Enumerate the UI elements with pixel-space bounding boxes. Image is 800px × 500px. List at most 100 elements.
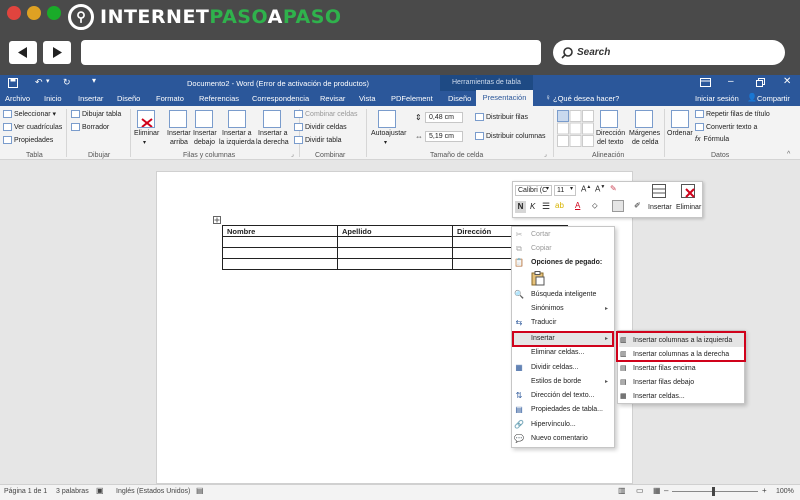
- highlight-icon[interactable]: ab: [555, 201, 564, 210]
- borrador-button[interactable]: Borrador: [71, 123, 109, 131]
- direccion-texto-label-2[interactable]: del texto: [597, 139, 623, 146]
- tab-formato[interactable]: Formato: [156, 94, 184, 103]
- insertar-debajo-label-2[interactable]: debajo: [194, 139, 215, 146]
- mini-insertar-button[interactable]: Insertar: [648, 204, 672, 211]
- menu-propiedades-tabla[interactable]: Propiedades de tabla...: [531, 406, 603, 413]
- eliminar-dropdown-icon[interactable]: ▾: [143, 139, 146, 146]
- insertar-arriba-label-1[interactable]: Insertar: [167, 130, 191, 137]
- url-bar[interactable]: [81, 40, 541, 65]
- group-launcher-icon[interactable]: ⌟: [544, 151, 547, 158]
- row-height-input[interactable]: 0,48 cm: [425, 112, 463, 123]
- shading-icon[interactable]: ⬦: [592, 201, 598, 211]
- column-width-input[interactable]: 5,19 cm: [425, 131, 463, 142]
- ordenar-button[interactable]: Ordenar: [667, 130, 693, 137]
- tab-vista[interactable]: Vista: [359, 94, 376, 103]
- language-indicator[interactable]: Inglés (Estados Unidos): [116, 488, 190, 495]
- menu-nuevo-comentario[interactable]: Nuevo comentario: [531, 435, 588, 442]
- propiedades-button[interactable]: Propiedades: [3, 136, 53, 144]
- maximize-window-button[interactable]: [47, 6, 61, 20]
- seleccionar-button[interactable]: Seleccionar ▾: [3, 110, 56, 119]
- insert-below-icon[interactable]: [195, 110, 213, 128]
- menu-busqueda-inteligente[interactable]: Búsqueda inteligente: [531, 291, 596, 298]
- dibujar-tabla-button[interactable]: Dibujar tabla: [71, 110, 121, 118]
- insertar-derecha-label-1[interactable]: Insertar a: [258, 130, 288, 137]
- table-move-handle-icon[interactable]: [213, 216, 221, 224]
- sort-icon[interactable]: [671, 110, 689, 128]
- submenu-insertar-filas-encima[interactable]: Insertar filas encima: [633, 365, 696, 372]
- back-button[interactable]: [9, 41, 37, 64]
- font-color-icon[interactable]: A: [575, 201, 580, 210]
- delete-table-icon[interactable]: [137, 110, 155, 128]
- menu-estilos-borde[interactable]: Estilos de borde: [531, 378, 581, 385]
- insertar-derecha-label-2[interactable]: la derecha: [256, 139, 289, 146]
- undo-icon[interactable]: ↶: [35, 77, 43, 88]
- autoajustar-dropdown-icon[interactable]: ▾: [384, 139, 387, 146]
- word-count[interactable]: 3 palabras: [56, 488, 89, 495]
- table-cell[interactable]: [337, 236, 453, 248]
- undo-dropdown-icon[interactable]: ▾: [46, 77, 50, 85]
- tell-me-input[interactable]: ¿Qué desea hacer?: [553, 94, 619, 103]
- submenu-insertar-columnas-derecha[interactable]: Insertar columnas a la derecha: [633, 351, 729, 358]
- tab-pdfelement[interactable]: PDFelement: [391, 94, 433, 103]
- tab-inicio[interactable]: Inicio: [44, 94, 62, 103]
- browser-search-input[interactable]: Search: [553, 40, 785, 65]
- minimize-window-button[interactable]: [27, 6, 41, 20]
- styles-icon[interactable]: ✐: [634, 201, 641, 210]
- bold-icon[interactable]: N: [515, 201, 526, 213]
- insertar-debajo-label-1[interactable]: Insertar: [193, 130, 217, 137]
- zoom-slider-thumb[interactable]: [712, 487, 715, 496]
- delete-icon[interactable]: [681, 184, 695, 198]
- menu-insertar[interactable]: Insertar: [531, 335, 555, 342]
- alignment-grid-icon[interactable]: [557, 110, 595, 148]
- size-dropdown-icon[interactable]: ▾: [570, 185, 573, 192]
- submenu-insertar-filas-debajo[interactable]: Insertar filas debajo: [633, 379, 694, 386]
- dividir-celdas-button[interactable]: Dividir celdas: [294, 123, 347, 131]
- convertir-texto-button[interactable]: Convertir texto a: [695, 123, 757, 131]
- signin-link[interactable]: Iniciar sesión: [695, 94, 739, 103]
- insert-table-icon[interactable]: [652, 184, 666, 198]
- table-cell[interactable]: [222, 247, 338, 259]
- insertar-izquierda-label-2[interactable]: la izquierda: [219, 139, 255, 146]
- menu-cortar[interactable]: Cortar: [531, 231, 550, 238]
- zoom-in-icon[interactable]: +: [762, 486, 767, 495]
- insertar-arriba-label-2[interactable]: arriba: [170, 139, 188, 146]
- shrink-font-icon[interactable]: A▼: [595, 184, 605, 194]
- macro-icon[interactable]: ▤: [196, 486, 204, 495]
- margenes-label-1[interactable]: Márgenes: [629, 130, 660, 137]
- eliminar-button[interactable]: Eliminar: [134, 130, 159, 137]
- zoom-out-icon[interactable]: –: [664, 486, 668, 495]
- table-cell[interactable]: [222, 236, 338, 248]
- formula-button[interactable]: fx Fórmula: [695, 136, 729, 143]
- menu-direccion-texto[interactable]: Dirección del texto...: [531, 392, 594, 399]
- mini-eliminar-button[interactable]: Eliminar: [676, 204, 701, 211]
- table-cell[interactable]: [337, 258, 453, 270]
- proofing-icon[interactable]: ▣: [96, 486, 104, 495]
- distribuir-filas-button[interactable]: Distribuir filas: [475, 113, 528, 121]
- table-cell[interactable]: Nombre: [222, 225, 338, 237]
- share-button[interactable]: Compartir: [757, 94, 790, 103]
- tab-archivo[interactable]: Archivo: [5, 94, 30, 103]
- web-layout-icon[interactable]: ▦: [653, 486, 661, 495]
- forward-button[interactable]: [43, 41, 71, 64]
- group-launcher-icon[interactable]: ⌟: [291, 151, 294, 158]
- close-window-button[interactable]: [7, 6, 21, 20]
- table-cell[interactable]: [337, 247, 453, 259]
- paste-option-icon[interactable]: [531, 271, 545, 286]
- center-align-icon[interactable]: ☰: [542, 201, 550, 212]
- direccion-texto-label-1[interactable]: Dirección: [596, 130, 625, 137]
- customize-toolbar-icon[interactable]: ▾: [92, 76, 96, 85]
- insert-above-icon[interactable]: [169, 110, 187, 128]
- tab-table-design[interactable]: Diseño: [448, 94, 471, 103]
- zoom-level[interactable]: 100%: [776, 488, 794, 495]
- menu-copiar[interactable]: Copiar: [531, 245, 552, 252]
- tab-referencias[interactable]: Referencias: [199, 94, 239, 103]
- margenes-label-2[interactable]: de celda: [632, 139, 658, 146]
- table-cell[interactable]: [222, 258, 338, 270]
- tab-correspondencia[interactable]: Correspondencia: [252, 94, 309, 103]
- insert-left-icon[interactable]: [228, 110, 246, 128]
- redo-icon[interactable]: ↻: [63, 77, 71, 88]
- menu-sinonimos[interactable]: Sinónimos: [531, 305, 564, 312]
- grow-font-icon[interactable]: A▲: [581, 184, 591, 194]
- print-layout-icon[interactable]: ▭: [636, 486, 644, 495]
- tab-diseno[interactable]: Diseño: [117, 94, 140, 103]
